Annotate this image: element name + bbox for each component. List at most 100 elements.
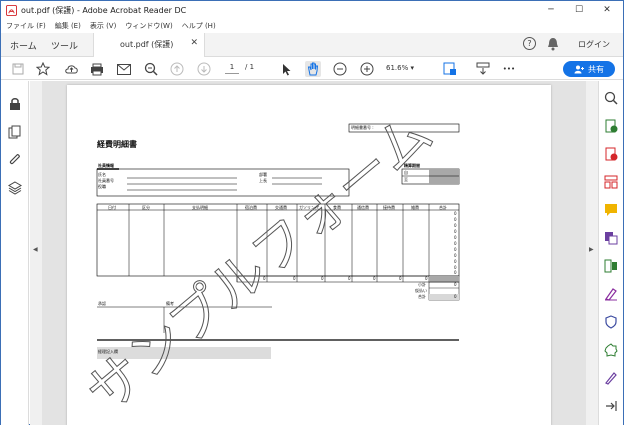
cloud-upload-icon bbox=[64, 65, 78, 74]
left-panel-toggle[interactable]: ◀ bbox=[30, 81, 42, 425]
page-thumbnails-icon[interactable] bbox=[8, 125, 22, 139]
edit-pdf-icon[interactable] bbox=[604, 175, 618, 189]
attachment-icon[interactable] bbox=[8, 153, 22, 167]
column-header: 通信費 bbox=[357, 205, 369, 210]
column-header: 区分 bbox=[142, 205, 150, 210]
menu-edit[interactable]: 編集 (E) bbox=[55, 21, 81, 31]
arrow-up-circle-icon bbox=[170, 62, 184, 76]
chevron-right-icon: ▶ bbox=[589, 246, 594, 253]
position-label: 役職 bbox=[98, 184, 106, 189]
help-icon[interactable]: ? bbox=[523, 37, 536, 50]
form-title: 経費明細書 bbox=[97, 140, 137, 149]
expense-form: サンプルフォーム bbox=[74, 101, 460, 425]
bookmark-button[interactable] bbox=[35, 61, 51, 77]
column-header: 日付 bbox=[108, 205, 116, 210]
minus-circle-icon bbox=[333, 62, 347, 76]
export-pdf-icon[interactable] bbox=[604, 119, 618, 133]
organize-pages-icon[interactable] bbox=[604, 259, 618, 273]
column-total: 0 bbox=[293, 276, 296, 281]
to-label: 至 bbox=[404, 177, 408, 182]
close-tab-icon[interactable]: ✕ bbox=[190, 38, 198, 48]
more-tools-button[interactable]: ••• bbox=[501, 61, 517, 77]
right-panel-toggle[interactable]: ▶ bbox=[586, 81, 598, 425]
advance-label: 仮払い bbox=[415, 288, 427, 293]
column-total: 0 bbox=[321, 276, 324, 281]
find-button[interactable] bbox=[143, 61, 159, 77]
notification-bell-icon[interactable] bbox=[547, 37, 559, 51]
department-label: 部署 bbox=[259, 172, 267, 177]
employee-no-label: 社員番号 bbox=[98, 178, 114, 183]
tab-home[interactable]: ホーム bbox=[10, 39, 37, 52]
menu-file[interactable]: ファイル (F) bbox=[6, 21, 46, 31]
total-label: 合計 bbox=[418, 294, 426, 299]
collapse-panel-icon[interactable] bbox=[604, 399, 618, 413]
email-button[interactable] bbox=[116, 61, 132, 77]
print-icon bbox=[91, 63, 103, 75]
column-header: 食費 bbox=[333, 205, 341, 210]
accounting-label: 経理記入欄 bbox=[98, 349, 118, 354]
hand-tool-button[interactable] bbox=[305, 61, 321, 77]
protect-icon[interactable] bbox=[604, 315, 618, 329]
right-tools-panel bbox=[598, 81, 623, 425]
row-total: 0 bbox=[454, 223, 457, 228]
page-total: / 1 bbox=[245, 63, 255, 71]
document-tab-label: out.pdf (保護) bbox=[120, 40, 174, 49]
close-button[interactable]: ✕ bbox=[593, 1, 621, 19]
create-pdf-icon[interactable] bbox=[604, 147, 618, 161]
scroll-mode-button[interactable] bbox=[475, 61, 491, 77]
login-link[interactable]: ログイン bbox=[578, 39, 610, 50]
column-header: 接待費 bbox=[383, 205, 395, 210]
optimize-pdf-icon[interactable] bbox=[604, 343, 618, 357]
previous-page-button[interactable] bbox=[169, 61, 185, 77]
share-button[interactable]: 共有 bbox=[563, 61, 615, 77]
tab-tools[interactable]: ツール bbox=[51, 39, 78, 52]
menu-view[interactable]: 表示 (V) bbox=[90, 21, 116, 31]
column-total: 0 bbox=[399, 276, 402, 281]
row-total: 0 bbox=[454, 241, 457, 246]
fill-sign-icon[interactable] bbox=[604, 287, 618, 301]
layers-icon[interactable] bbox=[8, 181, 22, 195]
page-fit-icon bbox=[443, 62, 456, 75]
menu-help[interactable]: ヘルプ (H) bbox=[182, 21, 216, 31]
upload-button[interactable] bbox=[63, 61, 79, 77]
mail-icon bbox=[117, 63, 131, 75]
maximize-icon: ☐ bbox=[574, 5, 584, 15]
page-number-input[interactable]: 1 bbox=[225, 63, 239, 74]
left-tools-panel bbox=[1, 81, 29, 425]
search-icon[interactable] bbox=[604, 91, 618, 105]
column-header: 支払明細 bbox=[192, 205, 208, 210]
minimize-icon: ─ bbox=[548, 5, 554, 15]
next-page-button[interactable] bbox=[196, 61, 212, 77]
acrobat-window: out.pdf (保護) - Adobe Acrobat Reader DC ─… bbox=[0, 0, 624, 425]
zoom-search-icon bbox=[144, 62, 158, 76]
window-title: out.pdf (保護) - Adobe Acrobat Reader DC bbox=[21, 5, 187, 15]
print-button[interactable] bbox=[89, 61, 105, 77]
lock-icon[interactable] bbox=[8, 97, 22, 111]
minimize-button[interactable]: ─ bbox=[537, 1, 565, 19]
zoom-in-button[interactable] bbox=[359, 61, 375, 77]
combine-files-icon[interactable] bbox=[604, 231, 618, 245]
row-total: 0 bbox=[454, 253, 457, 258]
column-total: 0 bbox=[263, 276, 266, 281]
watermark-text: サンプルフォーム bbox=[75, 101, 444, 425]
send-for-signature-icon[interactable] bbox=[604, 371, 618, 385]
manager-label: 上長 bbox=[259, 178, 267, 183]
menu-window[interactable]: ウィンドウ(W) bbox=[125, 21, 172, 31]
save-button[interactable] bbox=[10, 61, 26, 77]
column-total: 0 bbox=[348, 276, 351, 281]
zoom-out-button[interactable] bbox=[332, 61, 348, 77]
row-total: 0 bbox=[454, 259, 457, 264]
page-display-button[interactable] bbox=[442, 61, 458, 77]
arrow-down-circle-icon bbox=[197, 62, 211, 76]
select-tool-button[interactable] bbox=[279, 61, 295, 77]
chevron-left-icon: ◀ bbox=[33, 246, 38, 253]
zoom-level-dropdown[interactable]: 61.6% ▾ bbox=[386, 64, 414, 72]
row-total: 0 bbox=[454, 217, 457, 222]
comment-icon[interactable] bbox=[604, 203, 618, 217]
zoom-level-value: 61.6% bbox=[386, 64, 409, 72]
hand-icon bbox=[307, 62, 318, 76]
cursor-arrow-icon bbox=[283, 63, 291, 75]
row-total: 0 bbox=[454, 247, 457, 252]
maximize-button[interactable]: ☐ bbox=[565, 1, 593, 19]
tab-document[interactable]: out.pdf (保護) ✕ bbox=[93, 33, 205, 57]
